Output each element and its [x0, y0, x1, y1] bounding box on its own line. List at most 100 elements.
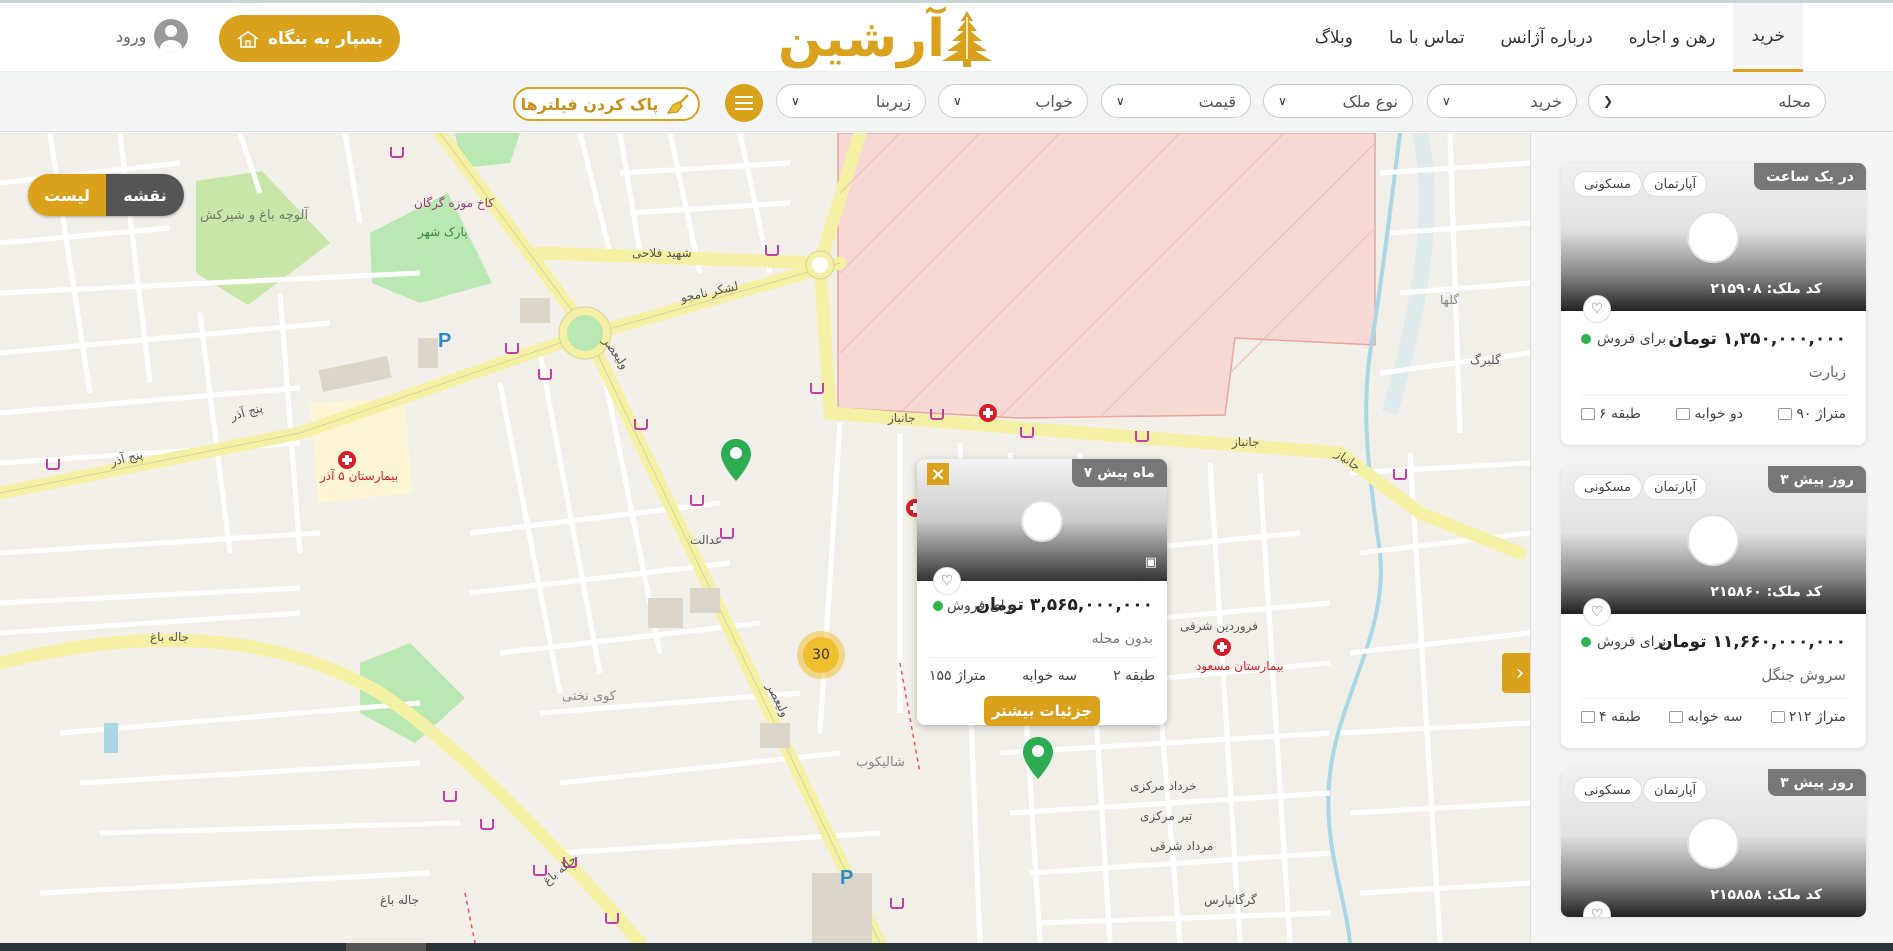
list-view-button[interactable]: لیست	[28, 174, 106, 216]
listing-card[interactable]: ۳ روز پیش مسکونی آپارتمان کد ملک: ۲۱۵۸۶۰…	[1561, 466, 1866, 748]
chevron-down-icon: ∨	[1442, 94, 1451, 108]
bedrooms-filter[interactable]: ∨ خواب	[938, 84, 1088, 118]
placeholder-logo-icon	[1687, 817, 1739, 869]
listings-panel[interactable]: در یک ساعت مسکونی آپارتمان کد ملک: ۲۱۵۹۰…	[1530, 133, 1893, 943]
popup-size: متراژ ۱۵۵	[929, 668, 987, 684]
listing-time-badge: ۳ روز پیش	[1768, 769, 1866, 796]
building-icon	[1581, 711, 1595, 723]
list-with-agency-button[interactable]: بسپار به بنگاه	[219, 15, 400, 62]
listing-time-badge: در یک ساعت	[1754, 163, 1866, 190]
label-st-jalehbagh: جاله باغ	[150, 630, 190, 644]
listing-bedrooms-label: سه خوابه	[1687, 709, 1743, 725]
property-type-label: نوع ملک	[1342, 91, 1398, 111]
popup-specs: طبقه ۲ سه خوابه متراژ ۱۵۵	[929, 657, 1155, 684]
area-label: زیربنا	[875, 91, 911, 111]
label-st-janbaz: جانباز	[888, 411, 916, 425]
heart-icon[interactable]: ♡	[1583, 901, 1611, 917]
listing-bedrooms: دو خوابه	[1676, 406, 1743, 422]
listing-status: برای فروش	[1581, 331, 1666, 347]
area-filter[interactable]: ∨ زیربنا	[776, 84, 926, 118]
heart-icon[interactable]: ♡	[933, 567, 961, 595]
label-st-gorgan: گرگانپارس	[1204, 893, 1257, 907]
nav-item-rent[interactable]: رهن و اجاره	[1611, 3, 1734, 72]
status-dot-icon	[1581, 334, 1591, 344]
label-st-tir: تیر مرکزی	[1140, 809, 1193, 823]
map-view-button[interactable]: نقشه	[106, 174, 184, 216]
shop-icon	[1135, 431, 1149, 442]
listing-price: ۱۱,۶۶۰,۰۰۰,۰۰۰ تومان	[1658, 632, 1846, 652]
listing-type-tag: آپارتمان	[1643, 777, 1708, 803]
listing-price: ۱,۳۵۰,۰۰۰,۰۰۰ تومان	[1668, 329, 1846, 349]
listing-card[interactable]: در یک ساعت مسکونی آپارتمان کد ملک: ۲۱۵۹۰…	[1561, 163, 1866, 445]
filter-bar: ❯ محله ∨ خرید ∨ نوع ملک ∨ قیمت ∨ خواب ∨ …	[0, 72, 1893, 132]
nav-item-buy[interactable]: خرید	[1733, 3, 1803, 72]
ruler-icon	[1770, 711, 1785, 723]
status-dot-icon	[1581, 637, 1591, 647]
listing-use-tag: مسکونی	[1573, 474, 1642, 500]
cluster-count: 30	[803, 637, 839, 673]
clear-filters-button[interactable]: پاک کردن فیلترها	[513, 87, 700, 121]
deal-type-label: خرید	[1530, 91, 1562, 111]
close-icon[interactable]: ×	[927, 463, 949, 485]
shop-icon	[765, 245, 779, 256]
listing-image: ۳ روز پیش مسکونی آپارتمان کد ملک: ۲۱۵۸۶۰…	[1561, 466, 1866, 626]
taskbar-strip	[0, 943, 1893, 951]
label-kooyenakhti: کوی نختی	[562, 689, 616, 704]
listing-popup[interactable]: ۷ ماه پیش × ▣ ♡ ۳,۵۶۵,۰۰۰,۰۰۰ تومان برای…	[917, 459, 1167, 726]
popup-status-label: برای فروش	[947, 598, 1017, 614]
popup-bedrooms: سه خوابه	[1022, 668, 1078, 684]
label-st-farvardin: فروردین شرقی	[1180, 619, 1258, 633]
label-shalikoob: شالیکوب	[856, 755, 905, 770]
property-type-filter[interactable]: ∨ نوع ملک	[1263, 84, 1413, 118]
listing-code: کد ملک: ۲۱۵۸۵۸	[1710, 887, 1822, 903]
site-header: خرید رهن و اجاره درباره آژانس تماس با ما…	[0, 0, 1893, 72]
price-label: قیمت	[1198, 91, 1236, 111]
listing-image: در یک ساعت مسکونی آپارتمان کد ملک: ۲۱۵۹۰…	[1561, 163, 1866, 323]
chevron-right-icon: ❯	[1603, 94, 1614, 108]
chevron-down-icon: ∨	[1116, 94, 1125, 108]
label-park: پارک شهر	[418, 225, 468, 239]
listing-code: کد ملک: ۲۱۵۸۶۰	[1710, 584, 1822, 600]
neighborhood-filter[interactable]: ❯ محله	[1588, 84, 1826, 118]
shop-icon	[1020, 427, 1034, 438]
camera-icon: ▣	[1144, 555, 1157, 570]
filter-sliders-icon[interactable]	[725, 84, 763, 122]
popup-floor: طبقه ۲	[1113, 668, 1155, 684]
price-filter[interactable]: ∨ قیمت	[1101, 84, 1251, 118]
bed-icon	[1676, 408, 1691, 420]
map-view[interactable]: P P آلوچه باغ و شیرکش پارک شهر کاخ موزه …	[0, 133, 1530, 943]
shop-icon	[930, 409, 944, 420]
login-link[interactable]: ورود	[116, 19, 189, 53]
listing-floor: طبقه ۴	[1581, 709, 1641, 725]
nav-item-blog[interactable]: وبلاگ	[1297, 3, 1371, 72]
label-st-mordad: مرداد شرقی	[1150, 839, 1214, 853]
nav-item-contact[interactable]: تماس با ما	[1371, 3, 1483, 72]
map-pin-icon[interactable]	[1022, 736, 1054, 780]
listing-card[interactable]: ۳ روز پیش مسکونی آپارتمان کد ملک: ۲۱۵۸۵۸…	[1561, 769, 1866, 917]
logo-text: آرشین	[778, 9, 947, 69]
listing-size-label: متراژ ۹۰	[1796, 406, 1846, 422]
listing-neighborhood: زیارت	[1808, 363, 1846, 381]
deal-type-filter[interactable]: ∨ خرید	[1427, 84, 1577, 118]
chevron-down-icon: ∨	[1278, 94, 1287, 108]
chevron-right-icon[interactable]: ›	[1502, 653, 1530, 693]
main-nav: خرید رهن و اجاره درباره آژانس تماس با ما…	[1297, 3, 1803, 75]
bed-icon	[1669, 711, 1684, 723]
clear-filters-label: پاک کردن فیلترها	[520, 94, 659, 114]
ruler-icon	[1778, 408, 1793, 420]
label-aluche: آلوچه باغ و شیرکش	[200, 208, 309, 223]
popup-status: برای فروش	[933, 598, 1016, 614]
nav-item-about[interactable]: درباره آژانس	[1483, 3, 1611, 72]
cta-label: بسپار به بنگاه	[268, 28, 383, 49]
building-icon	[1581, 408, 1595, 420]
placeholder-logo-icon	[1687, 211, 1739, 263]
map-pin-icon[interactable]	[720, 438, 752, 482]
more-details-button[interactable]: جزئیات بیشتر	[984, 696, 1100, 726]
chevron-down-icon: ∨	[791, 94, 800, 108]
listing-floor-label: طبقه ۴	[1599, 709, 1641, 725]
listing-cluster-marker[interactable]: 30	[797, 631, 845, 679]
listing-bedrooms: سه خوابه	[1669, 709, 1742, 725]
listing-floor: طبقه ۶	[1581, 406, 1641, 422]
svg-text:P: P	[438, 330, 451, 352]
site-logo[interactable]: آرشین	[778, 9, 998, 69]
